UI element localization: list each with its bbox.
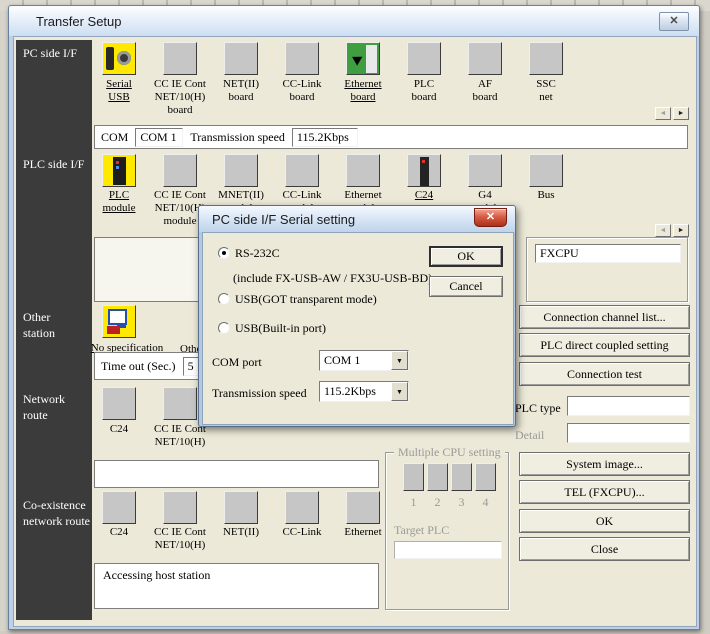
transmission-speed-value: 115.2Kbps — [320, 382, 391, 401]
mnetii-module-icon[interactable] — [224, 154, 258, 187]
pc-item-label[interactable]: SSC net — [510, 78, 582, 104]
bus-icon[interactable] — [529, 154, 563, 187]
pc-scroll-left-icon[interactable]: ◄ — [655, 107, 671, 120]
accessing-host-station-box: Accessing host station — [94, 563, 379, 609]
connection-channel-list-button[interactable]: Connection channel list... — [519, 305, 690, 329]
cc-link-module-icon[interactable] — [285, 154, 319, 187]
sidebar-label-pc-side: PC side I/F — [23, 46, 77, 62]
cpu-slot-1 — [403, 463, 424, 491]
plc-scroll-right-icon[interactable]: ► — [673, 224, 689, 237]
multiple-cpu-setting-group: Multiple CPU setting 1 2 3 4 Target PLC — [385, 452, 509, 610]
sidebar-label-plc-side: PLC side I/F — [23, 157, 84, 173]
plc-scroll-left-icon[interactable]: ◄ — [655, 224, 671, 237]
serial-usb-icon[interactable] — [102, 42, 136, 75]
coexist-cc-ie-cont-icon[interactable] — [163, 491, 197, 524]
cpu-slot-number: 2 — [427, 495, 448, 510]
timeout-label: Time out (Sec.) — [101, 359, 176, 374]
plc-item-label[interactable]: Bus — [510, 189, 582, 202]
usb-builtin-radio-label[interactable]: USB(Built-in port) — [235, 321, 326, 335]
com-settings-bar: COM COM 1 Transmission speed 115.2Kbps — [94, 125, 688, 149]
tel-fxcpu-button[interactable]: TEL (FXCPU)... — [519, 480, 690, 504]
plc-type-field — [567, 396, 690, 416]
usb-got-radio-label[interactable]: USB(GOT transparent mode) — [235, 292, 377, 306]
usb-got-radio[interactable] — [218, 293, 230, 305]
cpu-slot-number: 3 — [451, 495, 472, 510]
cpu-type-groupbox: FXCPU — [526, 237, 688, 302]
ssc-net-icon[interactable] — [529, 42, 563, 75]
com-label: COM — [101, 130, 128, 145]
plc-direct-coupled-setting-button[interactable]: PLC direct coupled setting — [519, 333, 690, 357]
pc-scroll-right-icon[interactable]: ► — [673, 107, 689, 120]
com-value-field: COM 1 — [135, 128, 183, 147]
detail-label: Detail — [515, 428, 544, 442]
chevron-down-icon[interactable]: ▼ — [391, 382, 408, 401]
cpu-slot-2 — [427, 463, 448, 491]
multiple-cpu-setting-title: Multiple CPU setting — [394, 445, 505, 459]
coexist-ethernet-icon[interactable] — [346, 491, 380, 524]
plc-type-label: PLC type — [515, 401, 561, 415]
cc-link-board-icon[interactable] — [285, 42, 319, 75]
ethernet-board-icon[interactable] — [346, 42, 380, 75]
cpu-slot-number: 1 — [403, 495, 424, 510]
cpu-slot-number: 4 — [475, 495, 496, 510]
chevron-down-icon[interactable]: ▼ — [391, 351, 408, 370]
window-close-button[interactable]: ✕ — [659, 12, 689, 31]
network-cc-ie-cont-icon[interactable] — [163, 387, 197, 420]
section-sidebar: PC side I/F PLC side I/F Other station N… — [16, 40, 92, 620]
window-title: Transfer Setup — [36, 14, 122, 29]
cc-ie-cont-module-icon[interactable] — [163, 154, 197, 187]
transmission-speed-label: Transmission speed — [190, 130, 285, 145]
plc-module-icon[interactable] — [102, 154, 136, 187]
ethernet-module-icon[interactable] — [346, 154, 380, 187]
dialog-cancel-button[interactable]: Cancel — [429, 276, 503, 297]
accessing-host-station-text: Accessing host station — [95, 564, 378, 587]
detail-field — [567, 423, 690, 443]
dialog-close-button[interactable]: ✕ — [474, 208, 507, 227]
c24-icon[interactable] — [407, 154, 441, 187]
rs232c-radio-label[interactable]: RS-232C — [235, 246, 280, 260]
rs232c-radio[interactable] — [218, 247, 230, 259]
g4-module-icon[interactable] — [468, 154, 502, 187]
plc-board-icon[interactable] — [407, 42, 441, 75]
window-client-area: PC side I/F PLC side I/F Other station N… — [13, 36, 697, 627]
dialog-speed-label: Transmission speed — [212, 386, 307, 400]
rs232c-note: (include FX-USB-AW / FX3U-USB-BD) — [233, 271, 432, 285]
dialog-titlebar[interactable]: PC side I/F Serial setting — [199, 206, 515, 232]
dialog-ok-button[interactable]: OK — [429, 246, 503, 267]
af-board-icon[interactable] — [468, 42, 502, 75]
coexist-c24-icon[interactable] — [102, 491, 136, 524]
cc-ie-cont-board-icon[interactable] — [163, 42, 197, 75]
no-specification-icon[interactable] — [102, 305, 136, 338]
transmission-speed-field: 115.2Kbps — [292, 128, 358, 147]
network-route-field — [94, 460, 379, 488]
cpu-slot-4 — [475, 463, 496, 491]
com-port-value: COM 1 — [320, 351, 391, 370]
cpu-slot-3 — [451, 463, 472, 491]
cpu-type-field: FXCPU — [535, 244, 681, 263]
window-titlebar[interactable]: Transfer Setup — [9, 6, 699, 36]
target-plc-field — [394, 541, 502, 559]
close-button[interactable]: Close — [519, 537, 690, 561]
dialog-body: RS-232C (include FX-USB-AW / FX3U-USB-BD… — [202, 232, 514, 425]
serial-setting-dialog: PC side I/F Serial setting ✕ RS-232C (in… — [198, 205, 516, 427]
coexist-cc-link-icon[interactable] — [285, 491, 319, 524]
ok-button[interactable]: OK — [519, 509, 690, 533]
sidebar-label-network-route: Network route — [23, 392, 65, 423]
sidebar-label-coexistence: Co-existence network route — [23, 498, 90, 529]
system-image-button[interactable]: System image... — [519, 452, 690, 476]
com-port-select[interactable]: COM 1 ▼ — [319, 350, 409, 371]
network-c24-icon[interactable] — [102, 387, 136, 420]
dialog-title: PC side I/F Serial setting — [212, 212, 355, 227]
transfer-setup-window: Transfer Setup ✕ PC side I/F PLC side I/… — [8, 5, 700, 630]
sidebar-label-other-station: Other station — [23, 310, 55, 341]
target-plc-label: Target PLC — [394, 523, 449, 537]
transmission-speed-select[interactable]: 115.2Kbps ▼ — [319, 381, 409, 402]
com-port-label: COM port — [212, 355, 262, 369]
usb-builtin-radio[interactable] — [218, 322, 230, 334]
coexist-netii-icon[interactable] — [224, 491, 258, 524]
netii-board-icon[interactable] — [224, 42, 258, 75]
connection-test-button[interactable]: Connection test — [519, 362, 690, 386]
